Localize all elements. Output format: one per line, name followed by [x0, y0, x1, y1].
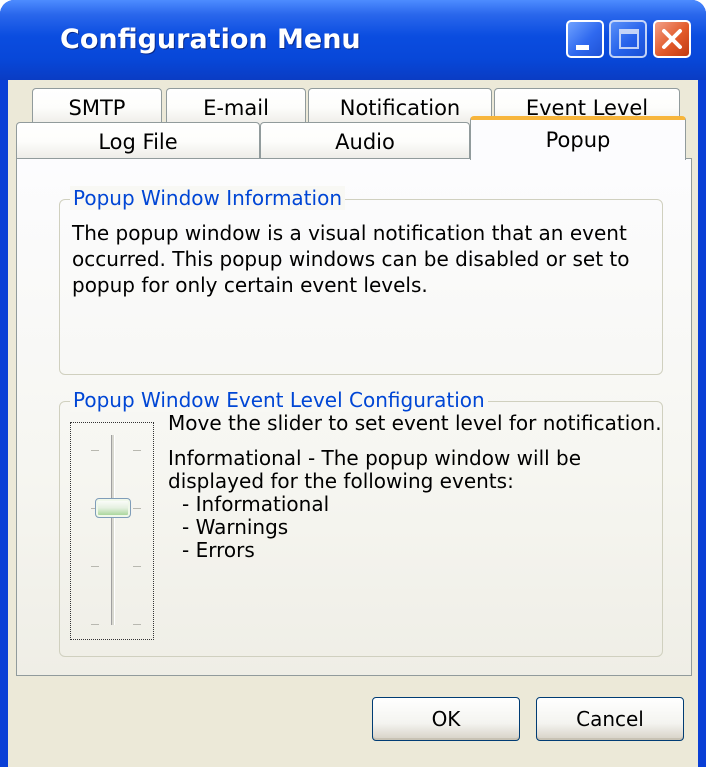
info-description: The popup window is a visual notificatio… — [72, 221, 630, 297]
group-legend: Popup Window Event Level Configuration — [70, 388, 488, 412]
close-icon — [662, 29, 682, 49]
tab-label: Audio — [335, 129, 395, 154]
event-level-slider[interactable] — [70, 422, 154, 640]
slider-tick — [133, 624, 141, 625]
slider-tick — [91, 566, 99, 567]
slider-tick — [133, 566, 141, 567]
ok-button[interactable]: OK — [372, 697, 520, 741]
title-bar[interactable]: Configuration Menu — [0, 0, 706, 80]
slider-instruction: Move the slider to set event level for n… — [168, 411, 662, 435]
tab-popup[interactable]: Popup — [470, 116, 686, 160]
event-level-configuration-group: Popup Window Event Level Configuration M… — [59, 388, 663, 657]
slider-tick — [133, 508, 141, 509]
tab-label: SMTP — [68, 95, 126, 120]
popup-window-information-group: Popup Window Information The popup windo… — [59, 186, 663, 375]
button-label: OK — [431, 707, 461, 731]
close-button[interactable] — [653, 20, 691, 58]
event-list-item: - Errors — [182, 538, 255, 562]
tab-notification[interactable]: Notification — [308, 88, 492, 126]
tab-label: E-mail — [203, 95, 269, 120]
cancel-button[interactable]: Cancel — [536, 697, 684, 741]
tab-label: Log File — [98, 129, 178, 154]
slider-track — [111, 435, 115, 625]
group-legend: Popup Window Information — [70, 186, 345, 210]
level-text: displayed for the following events: — [168, 469, 514, 493]
tab-label: Notification — [339, 95, 461, 120]
event-level-description: Move the slider to set event level for n… — [168, 412, 668, 562]
tab-label: Popup — [545, 128, 611, 152]
slider-tick — [91, 450, 99, 451]
maximize-button[interactable] — [609, 20, 647, 58]
level-text: Informational - The popup window will be — [168, 446, 582, 470]
tab-smtp[interactable]: SMTP — [32, 88, 162, 126]
button-label: Cancel — [576, 707, 644, 731]
slider-thumb[interactable] — [95, 498, 131, 518]
tab-log-file[interactable]: Log File — [16, 122, 260, 160]
tab-email[interactable]: E-mail — [166, 88, 306, 126]
maximize-icon — [619, 29, 639, 49]
event-list-item: - Warnings — [182, 515, 289, 539]
tab-audio[interactable]: Audio — [260, 122, 470, 160]
event-list-item: - Informational — [182, 492, 330, 516]
configuration-window: Configuration Menu SMTP E-mail Notificat… — [0, 0, 706, 767]
popup-tab-panel: Popup Window Information The popup windo… — [16, 158, 692, 676]
slider-tick — [91, 624, 99, 625]
minimize-icon — [576, 45, 589, 50]
minimize-button[interactable] — [566, 20, 604, 58]
slider-tick — [133, 450, 141, 451]
window-title: Configuration Menu — [60, 24, 361, 55]
dialog-client-area: SMTP E-mail Notification Event Level Log… — [8, 80, 698, 767]
